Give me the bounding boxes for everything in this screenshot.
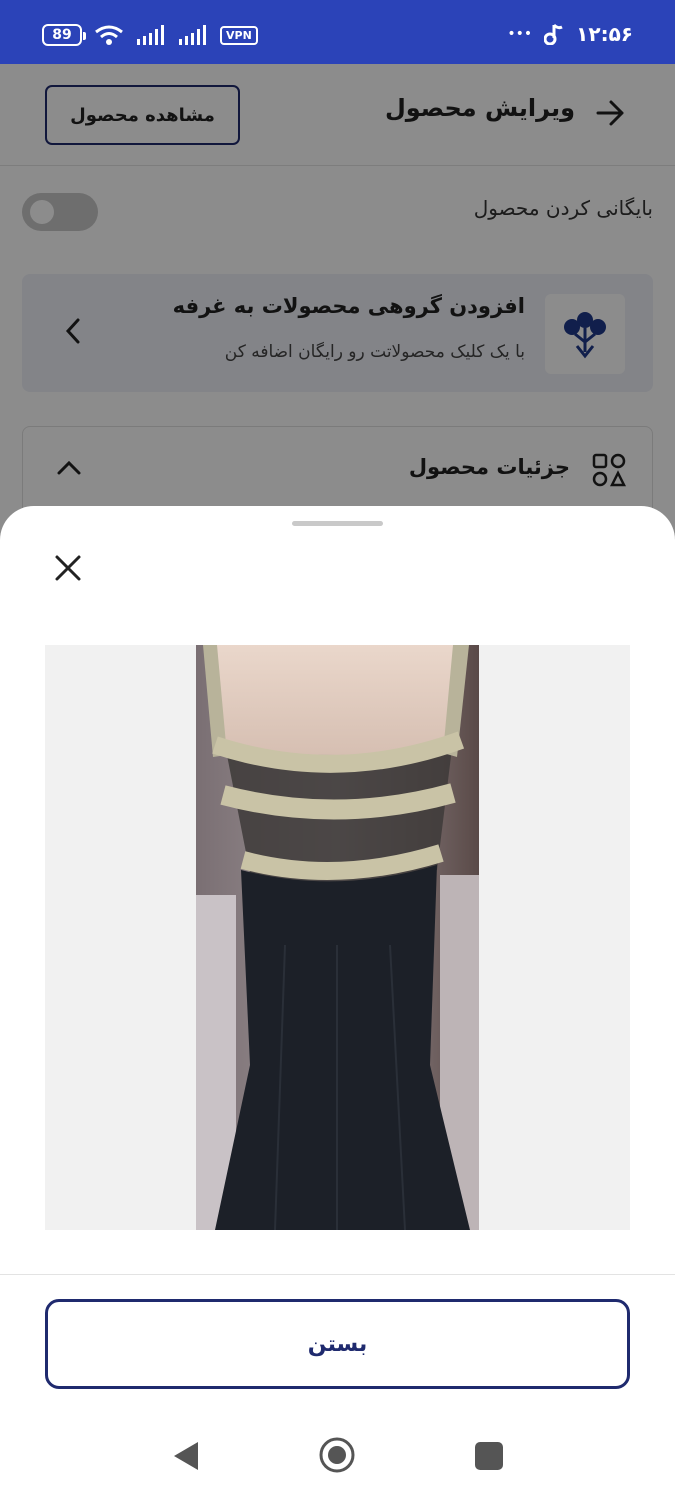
wifi-icon [95, 25, 123, 45]
close-icon[interactable] [50, 550, 86, 586]
status-icons-left: 89 VPN [42, 24, 258, 46]
nav-recents-icon[interactable] [475, 1442, 503, 1470]
battery-indicator: 89 [42, 24, 86, 46]
nav-back-icon[interactable] [172, 1440, 200, 1472]
sheet-divider [0, 1274, 675, 1275]
drag-handle[interactable] [292, 521, 383, 526]
status-icons-right: ••• ۱۲:۵۶ [507, 22, 633, 46]
signal-icon [137, 25, 164, 45]
product-photo [45, 645, 630, 1230]
image-preview-sheet: بستن [0, 506, 675, 1500]
music-note-icon [544, 23, 563, 45]
nav-home-icon[interactable] [318, 1436, 356, 1474]
system-nav-bar [0, 1410, 675, 1500]
vpn-badge: VPN [220, 25, 258, 45]
signal-icon-2 [179, 25, 206, 45]
clock: ۱۲:۵۶ [576, 22, 633, 46]
close-button[interactable]: بستن [45, 1299, 630, 1389]
dress-image [196, 645, 479, 1230]
more-dots: ••• [507, 26, 533, 42]
status-bar: 89 VPN ••• ۱۲:۵۶ [0, 0, 675, 64]
